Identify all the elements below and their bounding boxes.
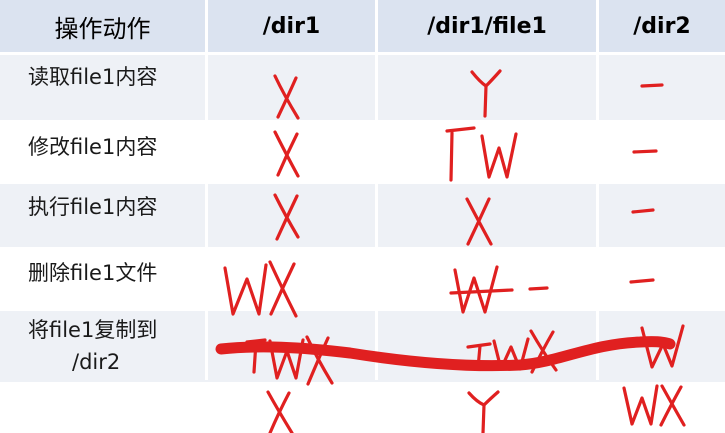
column-divider xyxy=(205,0,208,380)
header-action: 操作动作 xyxy=(0,0,205,52)
header-action-label: 操作动作 xyxy=(54,14,151,43)
row-label-delete: 删除file1文件 xyxy=(28,261,158,285)
row-label-read: 读取file1内容 xyxy=(28,65,158,89)
header-dir2-label: /dir2 xyxy=(633,13,691,39)
mark-extra-file1-y xyxy=(467,390,500,433)
column-divider xyxy=(375,0,378,380)
header-dir2: /dir2 xyxy=(599,0,725,52)
row-label-modify: 修改file1内容 xyxy=(28,135,158,159)
header-dir1-file1-label: /dir1/file1 xyxy=(427,13,547,39)
row-label-copy-line2: /dir2 xyxy=(72,350,121,374)
header-dir1: /dir1 xyxy=(208,0,375,52)
mark-extra-dir1-x xyxy=(266,390,294,433)
row-label-execute: 执行file1内容 xyxy=(28,195,158,219)
row-label-copy-line1: 将file1复制到 xyxy=(28,318,158,342)
header-dir1-label: /dir1 xyxy=(262,13,321,39)
mark-extra-dir2-wx xyxy=(622,384,686,427)
column-divider xyxy=(596,0,599,380)
header-dir1-file1: /dir1/file1 xyxy=(378,0,596,52)
permission-table-slide: 操作动作 /dir1 /dir1/file1 /dir2 读取file1内容 修… xyxy=(0,0,725,433)
